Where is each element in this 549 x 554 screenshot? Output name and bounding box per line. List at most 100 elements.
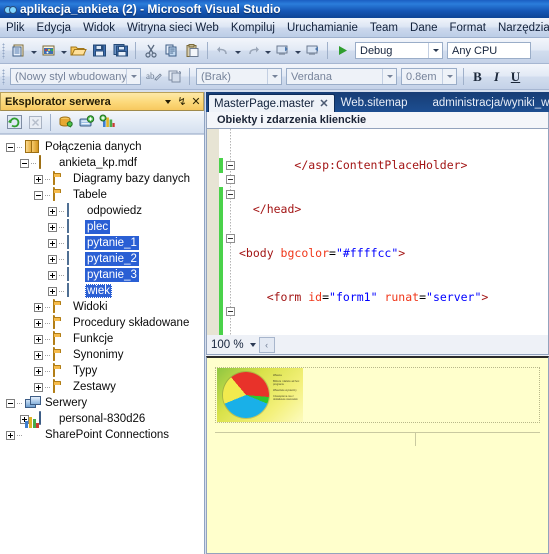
outline-collapse-icon[interactable]	[226, 190, 235, 199]
connect-to-database-icon[interactable]	[55, 112, 76, 132]
new-project-icon[interactable]	[8, 40, 29, 61]
style-application-icon[interactable]: ab	[143, 66, 164, 87]
save-icon[interactable]	[89, 40, 110, 61]
auto-hide-pin-icon[interactable]: ↯	[175, 94, 189, 109]
paste-icon[interactable]	[182, 40, 203, 61]
navigate-backward-dropdown-icon[interactable]	[293, 40, 302, 61]
redo-dropdown-icon[interactable]	[263, 40, 272, 61]
server-explorer-tree[interactable]: Połączenia danych ankieta_kp.mdf Diagram…	[0, 134, 204, 554]
formatting-toolbar-grip[interactable]	[2, 68, 5, 85]
menu-item-widok[interactable]: Widok	[77, 20, 121, 36]
tree-node-odpowiedz[interactable]: odpowiedz	[0, 203, 204, 219]
outline-collapse-icon[interactable]	[226, 234, 235, 243]
tree-node-procedury-skladowane[interactable]: Procedury składowane	[0, 315, 204, 331]
menu-item-plik[interactable]: Plik	[0, 20, 31, 36]
italic-button[interactable]: I	[487, 67, 506, 86]
selection-margin[interactable]	[207, 129, 219, 335]
outline-collapse-icon[interactable]	[226, 307, 235, 316]
style-block-combo[interactable]: (Nowy styl wbudowany)	[10, 68, 141, 85]
bold-button[interactable]: B	[468, 67, 487, 86]
style-block-dropdown-icon[interactable]	[126, 69, 140, 84]
tree-node-wiek[interactable]: wiek	[0, 283, 204, 299]
expander-plus-icon[interactable]	[6, 430, 15, 440]
platform-combo[interactable]: Any CPU	[447, 42, 531, 59]
navigate-forward-icon[interactable]	[302, 40, 323, 61]
code-editor[interactable]: </asp:ContentPlaceHolder> </head> <body …	[206, 129, 549, 335]
tree-node-plec[interactable]: plec	[0, 219, 204, 235]
menu-item-format[interactable]: Format	[444, 20, 492, 36]
connect-to-server-icon[interactable]	[76, 112, 97, 132]
expander-plus-icon[interactable]	[34, 334, 43, 344]
new-website-dropdown-icon[interactable]	[59, 40, 68, 61]
tree-node-tabele[interactable]: Tabele	[0, 187, 204, 203]
tab-close-icon[interactable]: ✕	[319, 97, 328, 110]
menu-item-witryna-sieci-web[interactable]: Witryna sieci Web	[121, 20, 225, 36]
font-family-dropdown-icon[interactable]	[382, 69, 396, 84]
expander-plus-icon[interactable]	[34, 318, 43, 328]
tree-node-sharepoint-connections[interactable]: SharePoint Connections	[0, 417, 204, 443]
tab-administracja-wyniki-wg[interactable]: administracja/wyniki_wg_	[413, 94, 549, 112]
collapse-pane-arrow-icon[interactable]: ‹	[258, 336, 275, 353]
configuration-dropdown-icon[interactable]	[428, 43, 442, 58]
save-all-icon[interactable]	[110, 40, 131, 61]
expander-minus-icon[interactable]	[6, 398, 15, 408]
font-size-combo[interactable]: 0.8em	[401, 68, 457, 85]
menu-item-edycja[interactable]: Edycja	[31, 20, 78, 36]
toolbar-grip[interactable]	[2, 42, 5, 59]
menu-item-team[interactable]: Team	[364, 20, 404, 36]
expander-plus-icon[interactable]	[48, 286, 57, 296]
code-text[interactable]: </asp:ContentPlaceHolder> </head> <body …	[239, 129, 548, 335]
refresh-icon[interactable]	[4, 112, 25, 132]
expander-plus-icon[interactable]	[48, 254, 57, 264]
menu-item-uruchamianie[interactable]: Uruchamianie	[281, 20, 364, 36]
configuration-combo[interactable]: Debug	[355, 42, 443, 59]
zoom-dropdown-icon[interactable]	[247, 337, 259, 353]
outline-collapse-icon[interactable]	[226, 161, 235, 170]
font-family-combo[interactable]: Verdana	[286, 68, 397, 85]
underline-button[interactable]: U	[506, 67, 525, 86]
expander-plus-icon[interactable]	[34, 174, 43, 184]
add-sharepoint-connection-icon[interactable]	[97, 112, 118, 132]
start-debugging-icon[interactable]	[332, 40, 353, 61]
navigate-backward-icon[interactable]	[272, 40, 293, 61]
pie-chart-image[interactable]: Wlasna Blizsze i dalsze ad hoc programu …	[217, 368, 303, 422]
expander-plus-icon[interactable]	[34, 366, 43, 376]
expander-plus-icon[interactable]	[34, 302, 43, 312]
tab-web-sitemap[interactable]: Web.sitemap	[335, 94, 414, 112]
tree-node-ankieta-kp-mdf[interactable]: ankieta_kp.mdf	[0, 155, 204, 171]
tree-node-data-connections[interactable]: Połączenia danych	[0, 139, 204, 155]
tree-node-diagramy-bazy-danych[interactable]: Diagramy bazy danych	[0, 171, 204, 187]
window-menu-dropdown-icon[interactable]	[161, 94, 175, 109]
menu-item-narzedzia[interactable]: Narzędzia	[492, 20, 549, 36]
tree-node-pytanie-1[interactable]: pytanie_1	[0, 235, 204, 251]
design-view[interactable]: Wlasna Blizsze i dalsze ad hoc programu …	[206, 356, 549, 554]
tree-node-pytanie-3[interactable]: pytanie_3	[0, 267, 204, 283]
tab-masterpage-master[interactable]: MasterPage.master ✕	[208, 94, 335, 112]
new-website-icon[interactable]	[38, 40, 59, 61]
block-format-combo[interactable]: (Brak)	[196, 68, 282, 85]
expander-plus-icon[interactable]	[34, 350, 43, 360]
close-icon[interactable]: ✕	[189, 94, 203, 109]
expander-plus-icon[interactable]	[48, 270, 57, 280]
expander-minus-icon[interactable]	[20, 158, 29, 168]
font-size-dropdown-icon[interactable]	[442, 69, 456, 84]
tree-node-widoki[interactable]: Widoki	[0, 299, 204, 315]
tree-node-zestawy[interactable]: Zestawy	[0, 379, 204, 395]
menu-item-dane[interactable]: Dane	[404, 20, 444, 36]
expander-plus-icon[interactable]	[48, 206, 57, 216]
tree-node-serwery[interactable]: Serwery	[0, 395, 204, 411]
stop-icon[interactable]	[25, 112, 46, 132]
expander-minus-icon[interactable]	[6, 142, 15, 152]
outlining-margin[interactable]	[223, 129, 239, 335]
open-file-icon[interactable]	[68, 40, 89, 61]
undo-dropdown-icon[interactable]	[233, 40, 242, 61]
menu-item-kompiluj[interactable]: Kompiluj	[225, 20, 281, 36]
undo-icon[interactable]	[212, 40, 233, 61]
attach-style-sheet-icon[interactable]	[164, 66, 185, 87]
cut-icon[interactable]	[140, 40, 161, 61]
outline-collapse-icon[interactable]	[226, 175, 235, 184]
expander-plus-icon[interactable]	[48, 238, 57, 248]
expander-minus-icon[interactable]	[34, 190, 43, 200]
tree-node-typy[interactable]: Typy	[0, 363, 204, 379]
tree-node-pytanie-2[interactable]: pytanie_2	[0, 251, 204, 267]
